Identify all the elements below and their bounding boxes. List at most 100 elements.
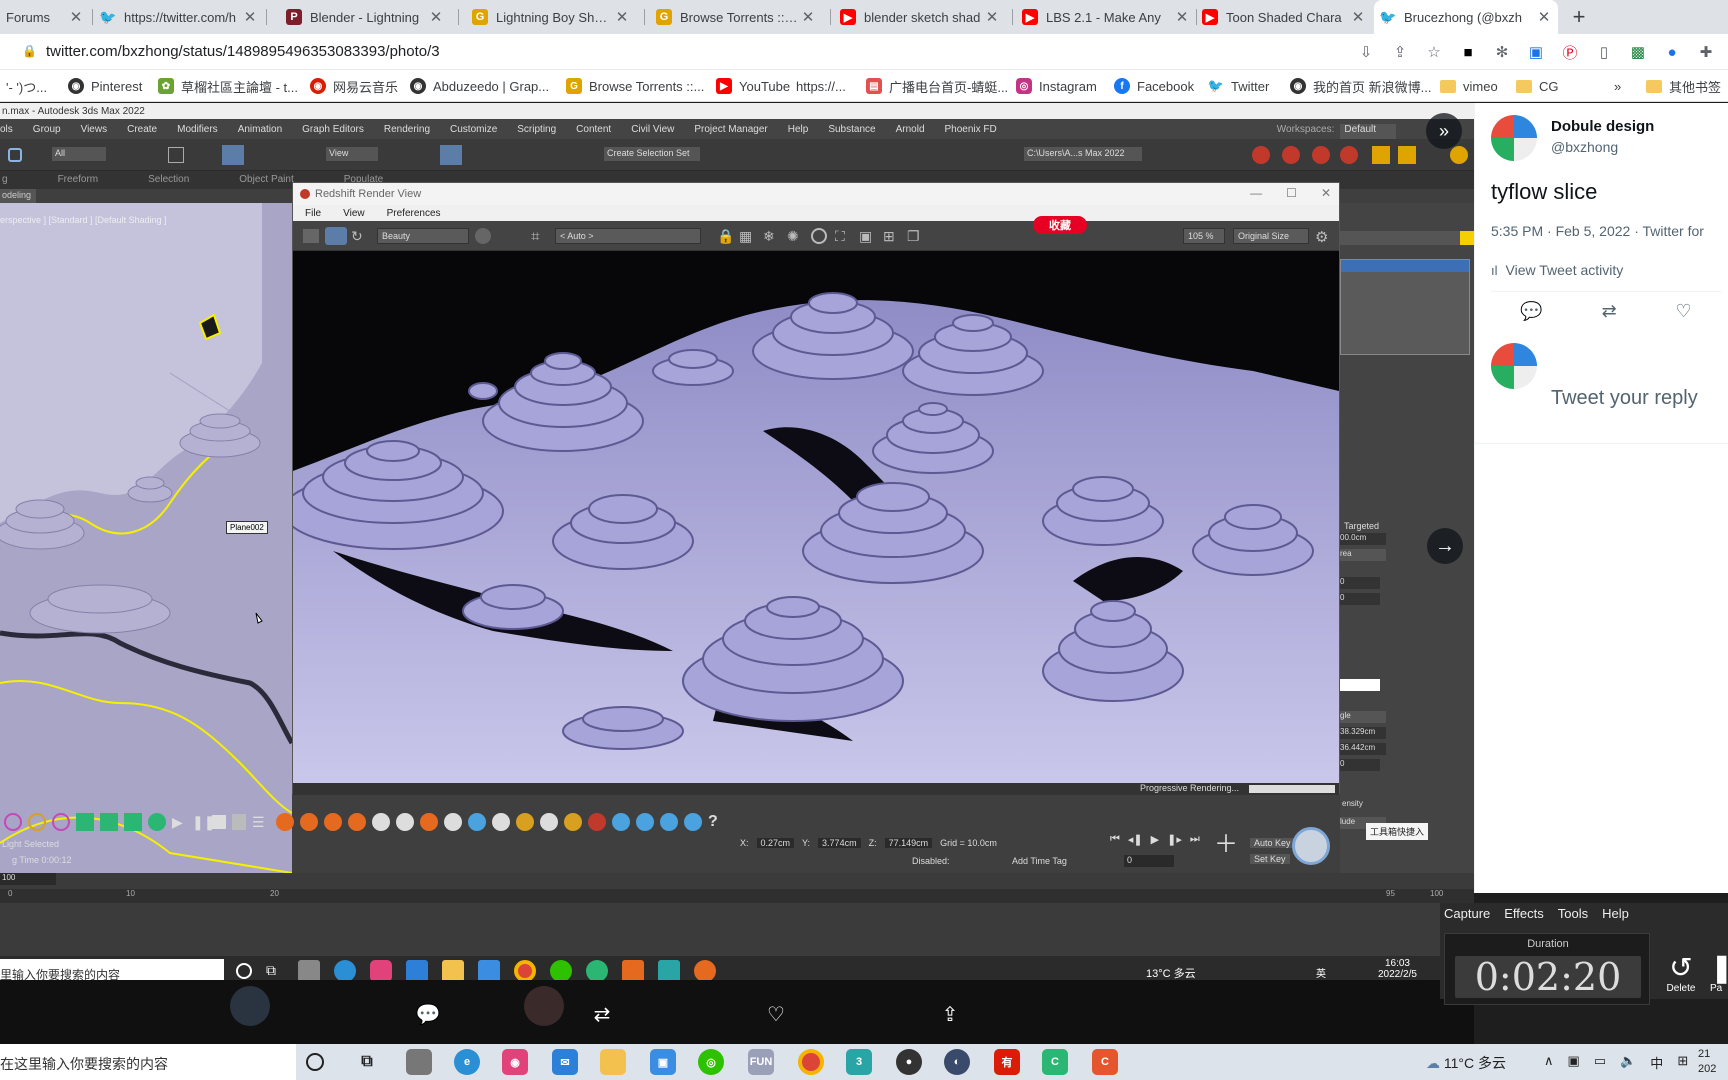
expand-sidebar-button[interactable]: » bbox=[1426, 113, 1462, 149]
select-icon[interactable] bbox=[168, 147, 184, 163]
extension-icon[interactable]: ■ bbox=[1458, 42, 1478, 62]
lock-icon[interactable]: 🔒 bbox=[717, 228, 734, 245]
phoenix-icon[interactable] bbox=[324, 813, 342, 831]
retweet-icon[interactable]: ⇄ bbox=[1602, 301, 1617, 322]
ime-indicator[interactable]: 中 bbox=[1650, 1053, 1663, 1072]
bookmark-item[interactable]: G Browse Torrents ::... bbox=[566, 76, 704, 96]
phoenix-icon[interactable] bbox=[372, 813, 390, 831]
phoenix-icon[interactable] bbox=[540, 813, 558, 831]
extension-icon[interactable]: ▩ bbox=[1628, 42, 1648, 62]
app-icon[interactable] bbox=[406, 1049, 432, 1075]
phoenix-icon[interactable] bbox=[564, 813, 582, 831]
menu-item[interactable]: Rendering bbox=[384, 124, 430, 139]
new-tab-button[interactable]: + bbox=[1565, 3, 1593, 31]
bookmark-folder[interactable]: CG bbox=[1516, 76, 1559, 96]
menu-view[interactable]: View bbox=[343, 208, 365, 221]
cortana-icon[interactable] bbox=[236, 963, 252, 979]
tab-1[interactable]: 🐦 https://twitter.com/h ✕ bbox=[94, 0, 264, 34]
tweet-photo[interactable]: n.max - Autodesk 3ds Max 2022 ols Group … bbox=[0, 103, 1474, 980]
tool-icon[interactable] bbox=[1372, 146, 1390, 164]
link-icon[interactable] bbox=[8, 148, 22, 162]
bookmark-item[interactable]: ◎ Instagram bbox=[1016, 76, 1097, 96]
tool-icon[interactable] bbox=[148, 813, 166, 831]
close-icon[interactable]: ✕ bbox=[68, 8, 84, 26]
coord-z-field[interactable]: 77.149cm bbox=[884, 838, 933, 848]
share-icon[interactable]: ⇪ bbox=[932, 996, 968, 1032]
taskbar-weather[interactable]: ☁ 11°C 多云 bbox=[1426, 1053, 1506, 1073]
camera-dropdown[interactable]: < Auto > bbox=[555, 228, 701, 244]
folder-icon[interactable] bbox=[442, 960, 464, 980]
play-icon[interactable]: ▶ bbox=[172, 814, 186, 831]
tab-2[interactable]: P Blender - Lightning ✕ bbox=[280, 0, 450, 34]
edge-icon[interactable]: e bbox=[454, 1049, 480, 1075]
clapboard-icon[interactable] bbox=[303, 229, 319, 243]
chrome-icon[interactable] bbox=[514, 960, 536, 980]
exposure-icon[interactable] bbox=[475, 228, 491, 244]
tool-icon[interactable] bbox=[1398, 146, 1416, 164]
timeline-ruler[interactable]: 0 10 20 95 100 bbox=[0, 889, 1474, 903]
store-icon[interactable]: ▣ bbox=[650, 1049, 676, 1075]
tab-6[interactable]: ▶ LBS 2.1 - Make Any ✕ bbox=[1016, 0, 1196, 34]
param-field[interactable]: 0 bbox=[1340, 759, 1380, 771]
share-icon[interactable]: ⇪ bbox=[1390, 42, 1410, 62]
coord-y-field[interactable]: 3.774cm bbox=[818, 838, 861, 848]
app-icon[interactable]: ◉ bbox=[502, 1049, 528, 1075]
crop-icon[interactable]: ⌗ bbox=[531, 228, 539, 245]
bookmark-item[interactable]: '- ')つ... bbox=[6, 76, 47, 96]
object-list[interactable] bbox=[1340, 259, 1470, 355]
param-field[interactable]: 38.329cm bbox=[1340, 727, 1386, 739]
tool-icon[interactable] bbox=[4, 813, 22, 831]
viewport-label[interactable]: erspective ] [Standard ] [Default Shadin… bbox=[0, 215, 167, 225]
modeling-tab[interactable]: odeling bbox=[0, 189, 36, 203]
frame-field[interactable]: 0 bbox=[1124, 855, 1174, 867]
phoenix-icon[interactable] bbox=[276, 813, 294, 831]
frame-icon[interactable]: ⛶ bbox=[835, 228, 845, 245]
network-icon[interactable]: ▭ bbox=[1594, 1053, 1606, 1072]
delete-button[interactable]: ↺ Delete bbox=[1662, 953, 1700, 995]
phoenix-icon[interactable] bbox=[516, 813, 534, 831]
size-dropdown[interactable]: Original Size bbox=[1233, 228, 1309, 244]
folder-icon[interactable] bbox=[600, 1049, 626, 1075]
ribbon-tab[interactable]: Selection bbox=[148, 174, 189, 186]
next-frame-icon[interactable]: ❚▸ bbox=[1167, 833, 1182, 846]
taskbar-clock[interactable]: 21 202 bbox=[1698, 1047, 1716, 1077]
add-time-tag-button[interactable]: Add Time Tag bbox=[1012, 856, 1067, 866]
search-app-icon[interactable] bbox=[622, 960, 644, 980]
tweet-activity-link[interactable]: ıl View Tweet activity bbox=[1491, 253, 1623, 287]
app-icon[interactable] bbox=[370, 960, 392, 980]
param-field[interactable]: 36.442cm bbox=[1340, 743, 1386, 755]
task-view-icon[interactable]: ⧉ bbox=[266, 962, 284, 980]
param-dropdown[interactable]: gle bbox=[1340, 711, 1386, 723]
param-dropdown[interactable]: rea bbox=[1340, 549, 1386, 561]
phoenix-icon[interactable] bbox=[348, 813, 366, 831]
extension-icon[interactable]: ▯ bbox=[1594, 42, 1614, 62]
fun-app-icon[interactable]: FUN bbox=[748, 1049, 774, 1075]
menu-item[interactable]: Modifiers bbox=[177, 124, 218, 139]
phoenix-icon[interactable] bbox=[420, 813, 438, 831]
inner-ime[interactable]: 英 bbox=[1316, 965, 1326, 980]
app-tray-icon[interactable]: ▣ bbox=[1568, 1053, 1580, 1072]
menu-item[interactable]: Graph Editors bbox=[302, 124, 364, 139]
author-name[interactable]: Dobule design bbox=[1551, 118, 1654, 135]
close-icon[interactable]: ✕ bbox=[1321, 186, 1331, 200]
like-icon[interactable]: ♡ bbox=[758, 996, 794, 1032]
go-start-icon[interactable]: ⏮ bbox=[1110, 833, 1120, 846]
phoenix-icon[interactable] bbox=[588, 813, 606, 831]
menu-file[interactable]: File bbox=[305, 208, 321, 221]
image-icon[interactable]: ▣ bbox=[859, 228, 872, 245]
help-icon[interactable]: ? bbox=[708, 813, 726, 831]
tool-icon[interactable] bbox=[100, 813, 118, 831]
menu-item[interactable]: Content bbox=[576, 124, 611, 139]
ipr-icon[interactable] bbox=[325, 227, 347, 245]
3dsmax-icon[interactable]: 3 bbox=[846, 1049, 872, 1075]
redshift-render-icon[interactable] bbox=[1282, 146, 1300, 164]
phoenix-icon[interactable] bbox=[492, 813, 510, 831]
param-field[interactable]: 0 bbox=[1340, 593, 1380, 605]
reply-icon[interactable]: 💬 bbox=[1520, 301, 1542, 322]
taskbar-search[interactable]: 在这里输入你要搜索的内容 bbox=[0, 1044, 296, 1080]
param-field[interactable]: 0 bbox=[1340, 577, 1380, 589]
help-menu[interactable]: Help bbox=[1602, 906, 1629, 925]
menu-item[interactable]: Customize bbox=[450, 124, 497, 139]
bookmark-folder[interactable]: vimeo bbox=[1440, 76, 1498, 96]
menu-item[interactable]: Substance bbox=[828, 124, 875, 139]
